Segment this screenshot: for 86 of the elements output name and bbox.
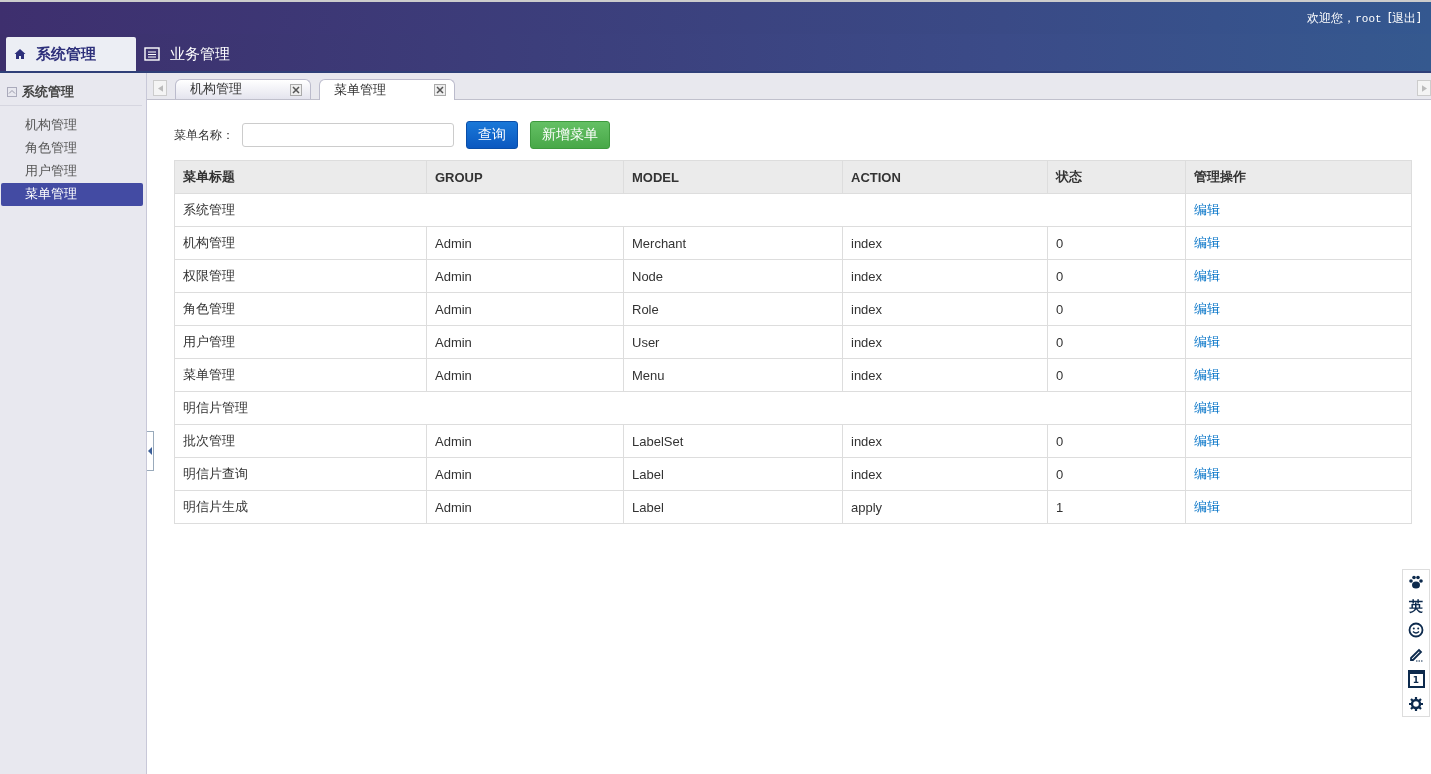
- table-cell: apply: [842, 490, 1048, 524]
- column-header: 菜单标题: [174, 160, 427, 194]
- logout-link[interactable]: [退出]: [1387, 9, 1421, 27]
- table-cell: Admin: [426, 226, 624, 260]
- table-cell: 用户管理: [174, 325, 427, 359]
- edit-link[interactable]: 编辑: [1194, 268, 1220, 283]
- sidebar-section-header[interactable]: 系统管理: [0, 83, 142, 106]
- table-cell: User: [623, 325, 843, 359]
- edit-link[interactable]: 编辑: [1194, 202, 1220, 217]
- page-tab[interactable]: 菜单管理: [319, 79, 455, 100]
- table-cell: 0: [1047, 259, 1186, 293]
- table-cell: 批次管理: [174, 424, 427, 458]
- table-cell: 机构管理: [174, 226, 427, 260]
- edit-link[interactable]: 编辑: [1194, 499, 1220, 514]
- table-cell: Menu: [623, 358, 843, 392]
- menu-name-field[interactable]: [242, 123, 454, 147]
- table-cell: 菜单管理: [174, 358, 427, 392]
- sidebar-item[interactable]: 菜单管理: [1, 183, 143, 206]
- table-cell: Role: [623, 292, 843, 326]
- table-cell: Admin: [426, 325, 624, 359]
- table-cell: 0: [1047, 457, 1186, 491]
- edit-link[interactable]: 编辑: [1194, 301, 1220, 316]
- edit-link[interactable]: 编辑: [1194, 400, 1220, 415]
- table-cell: Admin: [426, 490, 624, 524]
- sidebar-item[interactable]: 机构管理: [1, 114, 143, 137]
- column-header: 状态: [1047, 160, 1186, 194]
- table-cell: index: [842, 457, 1048, 491]
- table-cell: 0: [1047, 226, 1186, 260]
- paw-icon[interactable]: [1408, 574, 1424, 590]
- table-cell: Label: [623, 490, 843, 524]
- close-icon[interactable]: [290, 83, 302, 96]
- table-cell: Admin: [426, 457, 624, 491]
- edit-link[interactable]: 编辑: [1194, 235, 1220, 250]
- pencil-icon[interactable]: [1408, 646, 1424, 662]
- table-cell: index: [842, 292, 1048, 326]
- column-header: GROUP: [426, 160, 624, 194]
- table-cell: 明信片管理: [174, 391, 1186, 425]
- settings-icon[interactable]: [1408, 696, 1424, 712]
- collapse-icon: [7, 87, 17, 97]
- list-icon: [144, 47, 160, 61]
- table-cell: Admin: [426, 424, 624, 458]
- table-cell: Admin: [426, 292, 624, 326]
- column-header: ACTION: [842, 160, 1048, 194]
- edit-link[interactable]: 编辑: [1194, 367, 1220, 382]
- table-cell: LabelSet: [623, 424, 843, 458]
- menu-name-label: 菜单名称：: [174, 126, 234, 144]
- edit-link[interactable]: 编辑: [1194, 433, 1220, 448]
- table-cell: Merchant: [623, 226, 843, 260]
- calendar-icon[interactable]: 1: [1407, 670, 1425, 688]
- table-cell: index: [842, 259, 1048, 293]
- table-cell: Label: [623, 457, 843, 491]
- left-arrow-icon: [157, 84, 163, 92]
- table-cell: 系统管理: [174, 193, 1186, 227]
- column-header: 管理操作: [1185, 160, 1412, 194]
- table-cell: 明信片生成: [174, 490, 427, 524]
- sidebar-item[interactable]: 用户管理: [1, 160, 143, 183]
- sidebar-item[interactable]: 角色管理: [1, 137, 143, 160]
- table-cell: 权限管理: [174, 259, 427, 293]
- table-cell: 0: [1047, 325, 1186, 359]
- table-cell: 0: [1047, 424, 1186, 458]
- sidebar-collapse-handle[interactable]: [147, 431, 154, 471]
- table-cell: 0: [1047, 292, 1186, 326]
- query-button[interactable]: 查询: [466, 121, 518, 149]
- welcome-text: 欢迎您，root: [1307, 9, 1382, 27]
- table-cell: index: [842, 358, 1048, 392]
- close-icon[interactable]: [434, 84, 446, 96]
- edit-link[interactable]: 编辑: [1194, 334, 1220, 349]
- table-cell: Node: [623, 259, 843, 293]
- smiley-icon[interactable]: [1408, 622, 1424, 638]
- right-arrow-icon: [1421, 84, 1427, 92]
- nav-tab[interactable]: 业务管理: [136, 37, 246, 71]
- page-tab[interactable]: 机构管理: [175, 79, 311, 99]
- table-cell: 角色管理: [174, 292, 427, 326]
- language-toggle[interactable]: 英: [1409, 598, 1423, 614]
- table-cell: Admin: [426, 259, 624, 293]
- table-cell: index: [842, 226, 1048, 260]
- table-cell: index: [842, 325, 1048, 359]
- table-cell: 1: [1047, 490, 1186, 524]
- column-header: MODEL: [623, 160, 843, 194]
- table-cell: index: [842, 424, 1048, 458]
- table-cell: 0: [1047, 358, 1186, 392]
- edit-link[interactable]: 编辑: [1194, 466, 1220, 481]
- home-icon: [14, 48, 26, 60]
- table-cell: 明信片查询: [174, 457, 427, 491]
- nav-tab[interactable]: 系统管理: [6, 37, 136, 71]
- table-cell: Admin: [426, 358, 624, 392]
